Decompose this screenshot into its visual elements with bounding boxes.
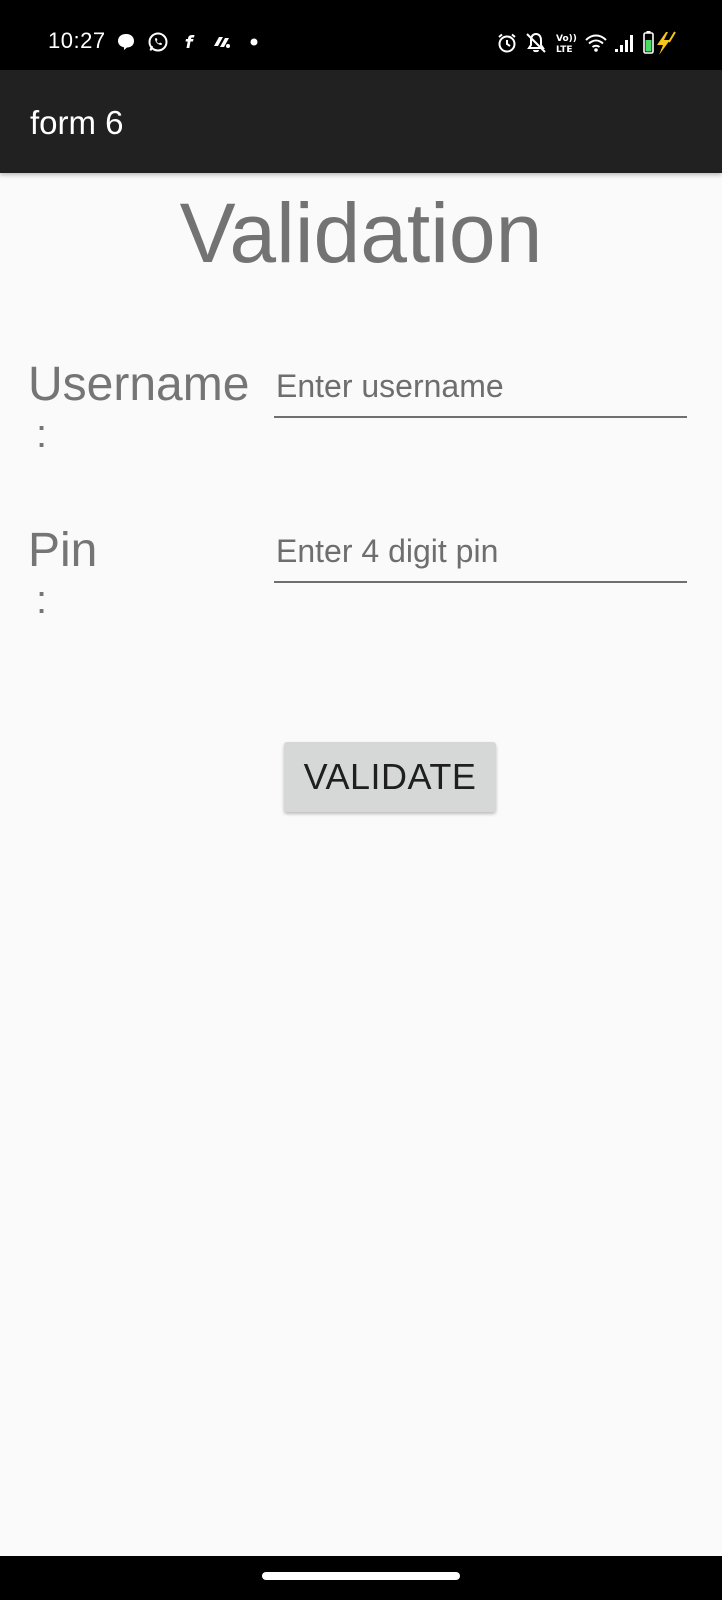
validate-button[interactable]: VALIDATE — [284, 742, 496, 812]
volte-icon: Vo)) LTE — [554, 30, 578, 56]
cellular-signal-icon — [614, 30, 636, 56]
wifi-icon — [584, 30, 608, 56]
more-dot-icon — [242, 30, 266, 54]
status-right-icons: Vo)) LTE — [490, 30, 682, 56]
flipkart-icon — [178, 30, 202, 54]
app-notification-icon — [210, 30, 234, 54]
whatsapp-icon — [146, 30, 170, 54]
page-heading: Validation — [179, 186, 543, 280]
pin-label-text: Pin — [28, 524, 98, 577]
notifications-muted-icon — [524, 30, 548, 56]
svg-text:LTE: LTE — [556, 45, 573, 55]
username-label: Username : — [28, 356, 268, 454]
screen: 10:27 Vo)) LTE form 6 Validation Usernam… — [0, 0, 722, 1600]
username-label-text: Username — [28, 358, 250, 411]
username-input[interactable] — [274, 362, 687, 418]
username-label-colon: : — [36, 412, 48, 456]
alarm-icon — [496, 30, 518, 56]
navigation-bar — [0, 1556, 722, 1600]
app-title: form 6 — [30, 104, 124, 141]
app-bar: form 6 — [0, 70, 722, 173]
pin-label: Pin : — [28, 522, 268, 620]
pin-input[interactable] — [274, 527, 687, 583]
svg-text:Vo)): Vo)) — [556, 34, 577, 44]
status-bar: 10:27 Vo)) LTE — [0, 0, 722, 70]
status-left-icons — [114, 30, 274, 54]
chat-bubble-icon — [114, 30, 138, 54]
home-gesture-handle[interactable] — [262, 1572, 460, 1580]
pin-label-colon: : — [36, 578, 48, 622]
status-time: 10:27 — [48, 28, 106, 53]
battery-charging-icon — [642, 30, 682, 56]
